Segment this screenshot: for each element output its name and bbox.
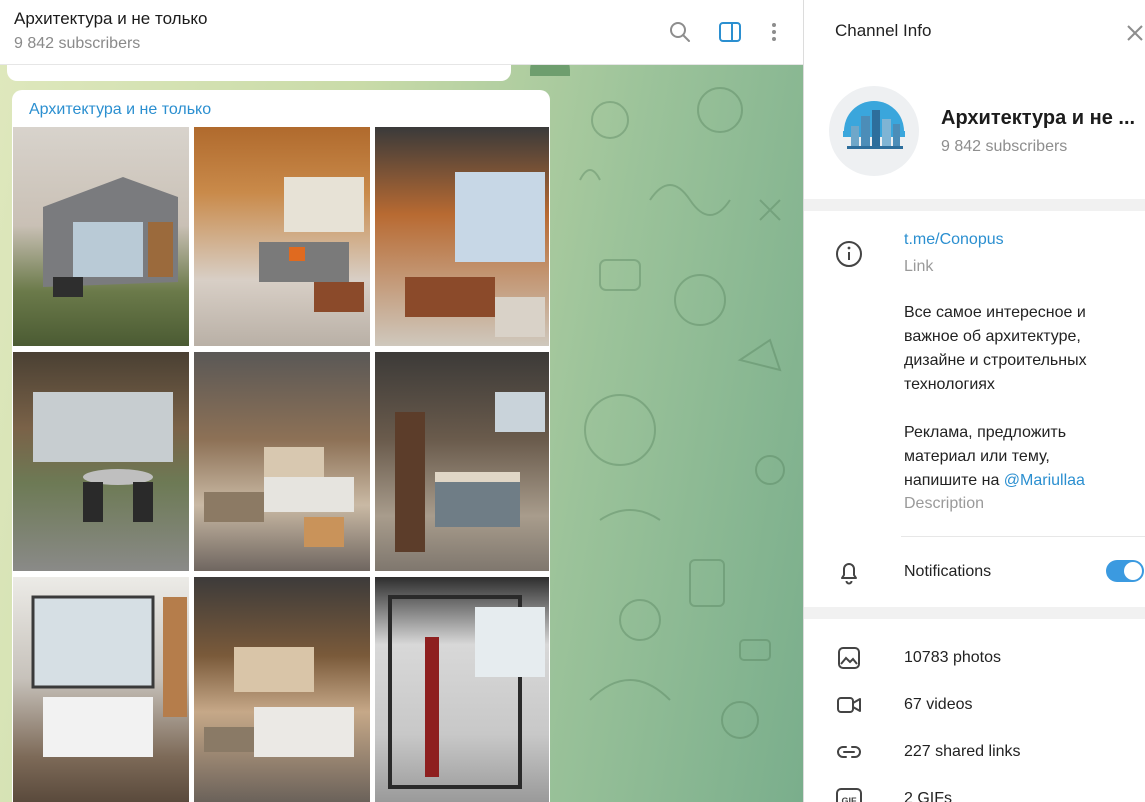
notifications-label: Notifications	[904, 563, 992, 580]
description-line: Все самое интересное и	[904, 304, 1086, 321]
channel-name: Архитектура и не ...	[941, 107, 1136, 129]
stat-gifs[interactable]: 2 GIFs	[904, 790, 952, 802]
media-stats: 10783 photos 67 videos 227 shared links …	[804, 619, 1145, 802]
photo-living-room-orange[interactable]	[194, 127, 370, 346]
description-line: дизайне и строительных	[904, 352, 1087, 369]
photo-kitchen[interactable]	[375, 352, 549, 571]
channel-details: t.me/Conopus Link Все самое интересное и…	[804, 211, 1145, 607]
photo-icon	[838, 647, 860, 669]
channel-summary: Архитектура и не ... 9 842 subscribers	[804, 64, 1145, 199]
video-icon	[837, 697, 861, 713]
mention-link[interactable]: @Mariullaa	[1004, 472, 1085, 489]
channel-description: Все самое интересное и важное об архитек…	[904, 301, 1139, 493]
post-author[interactable]: Архитектура и не только	[29, 101, 211, 119]
photo-bedroom-windows[interactable]	[13, 577, 189, 802]
description-prefix: напишите на	[904, 472, 1004, 489]
info-icon	[836, 241, 862, 267]
link-icon	[837, 746, 861, 758]
description-line: Реклама, предложить	[904, 424, 1067, 441]
description-line: материал или тему,	[904, 448, 1050, 465]
photo-deck-patio[interactable]	[13, 352, 189, 571]
stat-photos[interactable]: 10783 photos	[904, 649, 1001, 667]
bell-icon	[841, 563, 857, 585]
stat-links[interactable]: 227 shared links	[904, 743, 1021, 761]
stat-videos[interactable]: 67 videos	[904, 696, 973, 714]
channel-avatar[interactable]	[829, 86, 919, 176]
divider	[901, 536, 1145, 537]
channel-link[interactable]: t.me/Conopus	[904, 231, 1004, 249]
channel-info-panel: Channel Info Архитектура и не ... 9 842 …	[803, 0, 1145, 802]
description-line: важное об архитектуре,	[904, 328, 1081, 345]
info-title: Channel Info	[835, 21, 932, 40]
channel-post: Архитектура и не только	[12, 90, 550, 802]
chat-header: Архитектура и не только 9 842 subscriber…	[0, 0, 803, 65]
sidebar-toggle-icon[interactable]	[718, 20, 742, 44]
photo-tiny-house-exterior[interactable]	[13, 127, 189, 346]
search-icon[interactable]	[668, 20, 692, 44]
description-line: технологиях	[904, 376, 995, 393]
notifications-toggle[interactable]	[1106, 560, 1144, 582]
photo-loft-bedroom[interactable]	[194, 577, 370, 802]
photo-stairs-lounge[interactable]	[194, 352, 370, 571]
photo-open-wall[interactable]	[375, 127, 549, 346]
close-icon[interactable]	[1122, 20, 1145, 44]
channel-subscriber-count: 9 842 subscribers	[941, 138, 1068, 155]
description-caption: Description	[904, 495, 985, 512]
chat-area: Архитектура и не только 9 842 subscriber…	[0, 0, 803, 802]
info-header: Channel Info	[804, 0, 1145, 64]
link-caption: Link	[904, 258, 934, 275]
more-options-icon[interactable]	[762, 20, 786, 44]
photo-shower[interactable]	[375, 577, 549, 802]
chat-title[interactable]: Архитектура и не только	[14, 9, 208, 29]
svg-text:GIF: GIF	[842, 796, 858, 802]
chat-subscriber-count: 9 842 subscribers	[14, 35, 141, 52]
description-line: напишите на @Mariullaa	[904, 469, 1139, 493]
gif-icon: GIF	[836, 788, 862, 802]
